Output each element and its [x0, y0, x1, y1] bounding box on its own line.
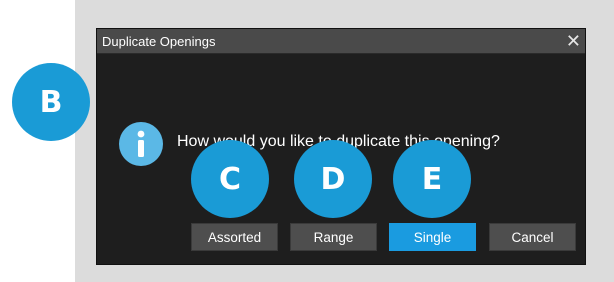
- dialog-title: Duplicate Openings: [102, 34, 216, 49]
- cancel-button[interactable]: Cancel: [489, 223, 576, 251]
- single-button[interactable]: Single: [389, 223, 476, 251]
- close-icon[interactable]: ✕: [566, 30, 581, 52]
- assorted-button[interactable]: Assorted: [191, 223, 278, 251]
- range-button[interactable]: Range: [290, 223, 377, 251]
- callout-badge-b: B: [12, 63, 90, 141]
- callout-badge-c: C: [191, 140, 269, 218]
- callout-badge-d: D: [294, 140, 372, 218]
- info-icon: [119, 122, 163, 166]
- dialog-titlebar: Duplicate Openings ✕: [97, 29, 585, 54]
- callout-badge-e: E: [393, 140, 471, 218]
